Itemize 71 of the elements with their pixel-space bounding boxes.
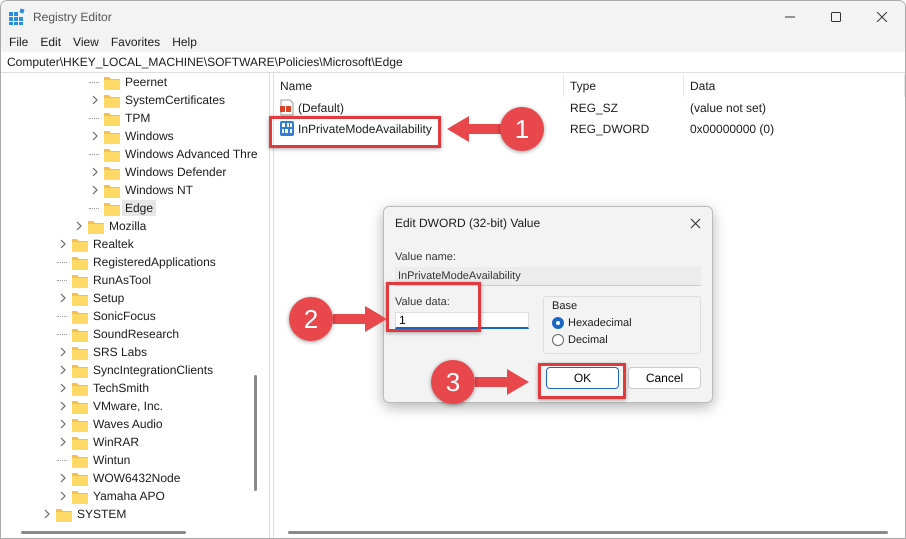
tree-item[interactable]: RegisteredApplications xyxy=(90,254,219,270)
menu-item[interactable]: Favorites xyxy=(104,35,166,49)
tree-item[interactable]: Windows Advanced Thre xyxy=(122,146,261,162)
dialog-title: Edit DWORD (32-bit) Value xyxy=(395,216,540,230)
binary-value-icon xyxy=(279,120,295,137)
menu-item[interactable]: Edit xyxy=(34,35,68,49)
string-value-icon xyxy=(279,99,295,116)
chevron-icon xyxy=(59,293,67,303)
table-cell-text: 0x00000000 (0) xyxy=(689,122,776,136)
tree-item[interactable]: Windows Defender xyxy=(122,164,230,180)
pointer-arrow xyxy=(474,369,529,395)
tree-item[interactable]: Yamaha APO xyxy=(90,488,168,504)
table-cell-text: REG_SZ xyxy=(569,100,620,114)
tree-item[interactable]: SystemCertificates xyxy=(122,92,228,108)
tree-item[interactable]: Realtek xyxy=(90,236,137,252)
menu-item[interactable]: Help xyxy=(166,35,203,49)
tree-item[interactable]: Wintun xyxy=(90,452,134,468)
ok-button[interactable]: OK xyxy=(546,367,619,389)
group-label: Base xyxy=(552,300,578,312)
close-icon xyxy=(876,12,888,22)
tree-item[interactable]: WOW6432Node xyxy=(90,470,184,486)
tree-item[interactable]: TechSmith xyxy=(90,380,152,396)
table-cell-text: (value not set) xyxy=(689,100,768,114)
pointer-arrow xyxy=(447,116,502,142)
maximize-icon xyxy=(830,12,842,22)
table-cell-text: REG_DWORD xyxy=(569,122,650,136)
menu-item[interactable]: File xyxy=(3,35,34,49)
menu-item[interactable]: View xyxy=(67,35,105,49)
step-number: 2 xyxy=(289,297,333,341)
tree-item[interactable]: SonicFocus xyxy=(90,308,159,324)
tree-item[interactable]: SyncIntegrationClients xyxy=(90,362,216,378)
value-name[interactable]: InPrivateModeAvailability xyxy=(298,122,432,136)
chevron-icon xyxy=(91,95,99,105)
pointer-arrow xyxy=(332,306,387,332)
value-name-field: InPrivateModeAvailability xyxy=(395,267,701,286)
chevron-icon xyxy=(91,131,99,141)
cancel-button[interactable]: Cancel xyxy=(628,367,701,389)
column-header[interactable]: Name xyxy=(274,75,564,97)
tree-item[interactable]: SoundResearch xyxy=(90,326,182,342)
window-title: Registry Editor xyxy=(33,10,113,24)
step-number: 1 xyxy=(500,107,544,151)
radio-label[interactable]: Hexadecimal xyxy=(568,317,632,329)
value-data-field[interactable]: 1 xyxy=(395,312,529,329)
tree-item[interactable]: VMware, Inc. xyxy=(90,398,166,414)
radio-button[interactable] xyxy=(552,334,564,346)
column-header[interactable]: Type xyxy=(564,75,684,97)
column-header[interactable]: Data xyxy=(684,75,905,97)
registry-icon xyxy=(9,8,25,25)
scrollbar[interactable] xyxy=(21,530,186,534)
value-name[interactable]: (Default) xyxy=(298,100,344,114)
tree-item[interactable]: Mozilla xyxy=(106,218,150,234)
field-label: Value name: xyxy=(395,251,457,263)
radio-label[interactable]: Decimal xyxy=(568,334,608,346)
tree-item[interactable]: Windows NT xyxy=(122,182,196,198)
tree-item[interactable]: TPM xyxy=(122,110,154,126)
tree-item[interactable]: Setup xyxy=(90,290,128,306)
tree-item[interactable]: SRS Labs xyxy=(90,344,150,360)
close-button[interactable] xyxy=(690,218,701,228)
tree-item[interactable]: Peernet xyxy=(122,74,170,90)
field-label: Value data: xyxy=(395,296,451,308)
tree-item[interactable]: SYSTEM xyxy=(74,506,130,522)
address-bar[interactable]: Computer\HKEY_LOCAL_MACHINE\SOFTWARE\Policies\Microsoft\Edge xyxy=(7,55,403,69)
tree-item[interactable]: Edge xyxy=(122,200,156,216)
scrollbar[interactable] xyxy=(288,530,888,534)
scrollbar[interactable] xyxy=(254,375,257,491)
close-icon xyxy=(690,218,701,228)
tree-item[interactable]: RunAsTool xyxy=(90,272,154,288)
tree-item[interactable]: Windows xyxy=(122,128,177,144)
tree-item[interactable]: WinRAR xyxy=(90,434,142,450)
tree-item[interactable]: Waves Audio xyxy=(90,416,166,432)
radio-button[interactable] xyxy=(552,317,564,329)
